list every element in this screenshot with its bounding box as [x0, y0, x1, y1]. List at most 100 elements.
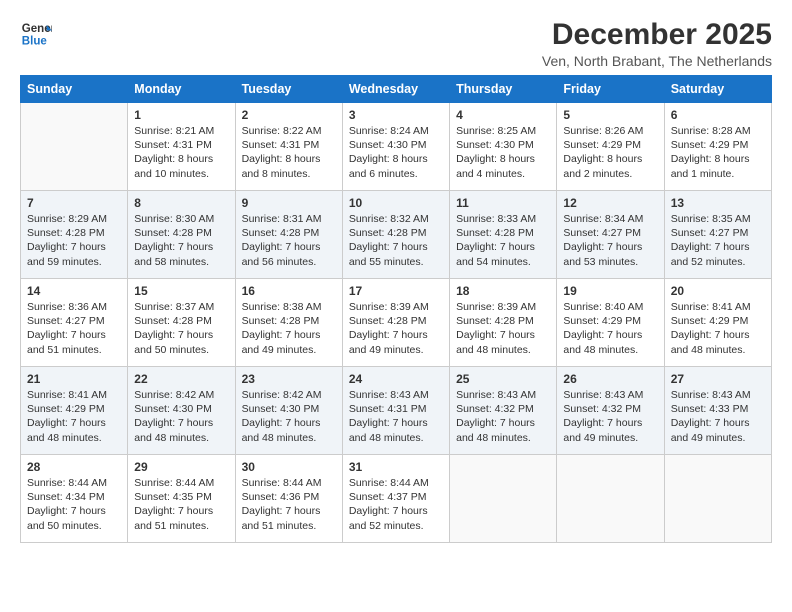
svg-text:Blue: Blue — [22, 36, 48, 48]
day-number: 16 — [242, 284, 336, 298]
sunset-line: Sunset: 4:28 PM — [456, 314, 550, 328]
daylight-line: and 51 minutes. — [27, 343, 121, 357]
sunset-line: Sunset: 4:27 PM — [671, 226, 765, 240]
calendar-cell: 4Sunrise: 8:25 AMSunset: 4:30 PMDaylight… — [450, 103, 557, 191]
sunset-line: Sunset: 4:33 PM — [671, 402, 765, 416]
daylight-line: Daylight: 8 hours — [456, 152, 550, 166]
sunrise-line: Sunrise: 8:39 AM — [456, 300, 550, 314]
cell-content: 27Sunrise: 8:43 AMSunset: 4:33 PMDayligh… — [671, 372, 765, 445]
daylight-line: Daylight: 7 hours — [134, 504, 228, 518]
calendar-cell — [21, 103, 128, 191]
calendar-cell: 31Sunrise: 8:44 AMSunset: 4:37 PMDayligh… — [342, 455, 449, 543]
cell-content: 19Sunrise: 8:40 AMSunset: 4:29 PMDayligh… — [563, 284, 657, 357]
day-number: 29 — [134, 460, 228, 474]
calendar-cell: 9Sunrise: 8:31 AMSunset: 4:28 PMDaylight… — [235, 191, 342, 279]
cell-content: 25Sunrise: 8:43 AMSunset: 4:32 PMDayligh… — [456, 372, 550, 445]
daylight-line: Daylight: 7 hours — [242, 504, 336, 518]
daylight-line: and 50 minutes. — [134, 343, 228, 357]
calendar-cell: 12Sunrise: 8:34 AMSunset: 4:27 PMDayligh… — [557, 191, 664, 279]
header-day-wednesday: Wednesday — [342, 76, 449, 103]
calendar-week-2: 7Sunrise: 8:29 AMSunset: 4:28 PMDaylight… — [21, 191, 772, 279]
cell-content: 31Sunrise: 8:44 AMSunset: 4:37 PMDayligh… — [349, 460, 443, 533]
sunrise-line: Sunrise: 8:37 AM — [134, 300, 228, 314]
sunrise-line: Sunrise: 8:29 AM — [27, 212, 121, 226]
header-day-sunday: Sunday — [21, 76, 128, 103]
calendar-cell: 8Sunrise: 8:30 AMSunset: 4:28 PMDaylight… — [128, 191, 235, 279]
daylight-line: Daylight: 7 hours — [349, 416, 443, 430]
sunset-line: Sunset: 4:36 PM — [242, 490, 336, 504]
calendar-cell: 29Sunrise: 8:44 AMSunset: 4:35 PMDayligh… — [128, 455, 235, 543]
calendar-cell: 20Sunrise: 8:41 AMSunset: 4:29 PMDayligh… — [664, 279, 771, 367]
calendar-cell: 25Sunrise: 8:43 AMSunset: 4:32 PMDayligh… — [450, 367, 557, 455]
daylight-line: Daylight: 7 hours — [134, 328, 228, 342]
day-number: 28 — [27, 460, 121, 474]
daylight-line: and 49 minutes. — [242, 343, 336, 357]
calendar-cell: 15Sunrise: 8:37 AMSunset: 4:28 PMDayligh… — [128, 279, 235, 367]
daylight-line: and 48 minutes. — [27, 431, 121, 445]
sunset-line: Sunset: 4:28 PM — [134, 226, 228, 240]
day-number: 19 — [563, 284, 657, 298]
calendar-cell: 22Sunrise: 8:42 AMSunset: 4:30 PMDayligh… — [128, 367, 235, 455]
subtitle: Ven, North Brabant, The Netherlands — [542, 53, 772, 69]
sunset-line: Sunset: 4:29 PM — [27, 402, 121, 416]
day-number: 30 — [242, 460, 336, 474]
day-number: 11 — [456, 196, 550, 210]
logo: General Blue — [20, 18, 52, 50]
calendar-cell: 30Sunrise: 8:44 AMSunset: 4:36 PMDayligh… — [235, 455, 342, 543]
daylight-line: Daylight: 7 hours — [242, 240, 336, 254]
calendar-cell: 28Sunrise: 8:44 AMSunset: 4:34 PMDayligh… — [21, 455, 128, 543]
sunrise-line: Sunrise: 8:33 AM — [456, 212, 550, 226]
main-title: December 2025 — [542, 18, 772, 51]
cell-content: 5Sunrise: 8:26 AMSunset: 4:29 PMDaylight… — [563, 108, 657, 181]
day-number: 4 — [456, 108, 550, 122]
cell-content: 7Sunrise: 8:29 AMSunset: 4:28 PMDaylight… — [27, 196, 121, 269]
day-number: 24 — [349, 372, 443, 386]
daylight-line: and 59 minutes. — [27, 255, 121, 269]
cell-content: 10Sunrise: 8:32 AMSunset: 4:28 PMDayligh… — [349, 196, 443, 269]
calendar-cell: 16Sunrise: 8:38 AMSunset: 4:28 PMDayligh… — [235, 279, 342, 367]
cell-content: 11Sunrise: 8:33 AMSunset: 4:28 PMDayligh… — [456, 196, 550, 269]
daylight-line: and 54 minutes. — [456, 255, 550, 269]
calendar-week-5: 28Sunrise: 8:44 AMSunset: 4:34 PMDayligh… — [21, 455, 772, 543]
cell-content: 12Sunrise: 8:34 AMSunset: 4:27 PMDayligh… — [563, 196, 657, 269]
daylight-line: and 51 minutes. — [242, 519, 336, 533]
day-number: 1 — [134, 108, 228, 122]
calendar-cell: 6Sunrise: 8:28 AMSunset: 4:29 PMDaylight… — [664, 103, 771, 191]
cell-content: 18Sunrise: 8:39 AMSunset: 4:28 PMDayligh… — [456, 284, 550, 357]
daylight-line: and 48 minutes. — [242, 431, 336, 445]
day-number: 20 — [671, 284, 765, 298]
day-number: 22 — [134, 372, 228, 386]
sunrise-line: Sunrise: 8:41 AM — [671, 300, 765, 314]
calendar-cell: 14Sunrise: 8:36 AMSunset: 4:27 PMDayligh… — [21, 279, 128, 367]
sunrise-line: Sunrise: 8:35 AM — [671, 212, 765, 226]
daylight-line: Daylight: 7 hours — [349, 328, 443, 342]
sunset-line: Sunset: 4:28 PM — [27, 226, 121, 240]
daylight-line: and 48 minutes. — [456, 343, 550, 357]
day-number: 21 — [27, 372, 121, 386]
sunrise-line: Sunrise: 8:36 AM — [27, 300, 121, 314]
daylight-line: and 50 minutes. — [27, 519, 121, 533]
daylight-line: and 6 minutes. — [349, 167, 443, 181]
daylight-line: and 52 minutes. — [671, 255, 765, 269]
sunrise-line: Sunrise: 8:42 AM — [134, 388, 228, 402]
sunset-line: Sunset: 4:28 PM — [242, 314, 336, 328]
daylight-line: Daylight: 7 hours — [671, 416, 765, 430]
cell-content: 16Sunrise: 8:38 AMSunset: 4:28 PMDayligh… — [242, 284, 336, 357]
daylight-line: Daylight: 8 hours — [563, 152, 657, 166]
sunrise-line: Sunrise: 8:32 AM — [349, 212, 443, 226]
sunset-line: Sunset: 4:30 PM — [456, 138, 550, 152]
daylight-line: Daylight: 7 hours — [27, 240, 121, 254]
calendar-header: SundayMondayTuesdayWednesdayThursdayFrid… — [21, 76, 772, 103]
calendar-cell: 13Sunrise: 8:35 AMSunset: 4:27 PMDayligh… — [664, 191, 771, 279]
header-day-thursday: Thursday — [450, 76, 557, 103]
daylight-line: Daylight: 7 hours — [242, 416, 336, 430]
sunset-line: Sunset: 4:35 PM — [134, 490, 228, 504]
cell-content: 3Sunrise: 8:24 AMSunset: 4:30 PMDaylight… — [349, 108, 443, 181]
sunset-line: Sunset: 4:27 PM — [563, 226, 657, 240]
sunrise-line: Sunrise: 8:40 AM — [563, 300, 657, 314]
calendar-cell: 5Sunrise: 8:26 AMSunset: 4:29 PMDaylight… — [557, 103, 664, 191]
sunset-line: Sunset: 4:30 PM — [134, 402, 228, 416]
header-day-tuesday: Tuesday — [235, 76, 342, 103]
sunrise-line: Sunrise: 8:26 AM — [563, 124, 657, 138]
daylight-line: Daylight: 8 hours — [134, 152, 228, 166]
